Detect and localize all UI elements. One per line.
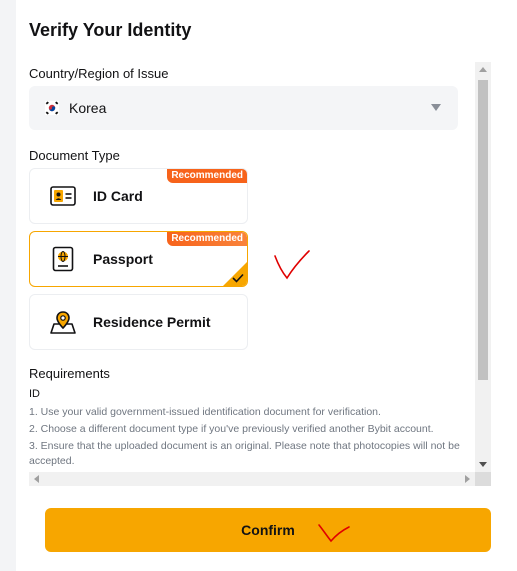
confirm-button[interactable]: Confirm — [45, 508, 491, 552]
vertical-scroll-thumb[interactable] — [478, 80, 488, 380]
scroll-up-icon[interactable] — [479, 67, 487, 72]
document-option-label: Residence Permit — [93, 314, 211, 330]
scroll-right-icon[interactable] — [465, 475, 470, 483]
scrollbar-corner — [475, 472, 491, 486]
document-option-id-card[interactable]: Recommended ID Card — [29, 168, 248, 224]
residence-permit-icon — [49, 308, 77, 336]
document-option-label: Passport — [93, 251, 153, 267]
scroll-left-icon[interactable] — [34, 475, 39, 483]
document-option-residence-permit[interactable]: Residence Permit — [29, 294, 248, 350]
document-type-label: Document Type — [29, 148, 120, 163]
horizontal-scrollbar[interactable] — [29, 472, 475, 486]
requirement-item: 1. Use your valid government-issued iden… — [29, 406, 381, 418]
page-title: Verify Your Identity — [29, 20, 192, 40]
recommended-badge: Recommended — [167, 232, 247, 246]
requirements-list: 1. Use your valid government-issued iden… — [29, 405, 469, 469]
country-select-value: Korea — [69, 100, 107, 116]
checkmark-icon — [232, 273, 244, 283]
vertical-scrollbar[interactable] — [475, 62, 491, 472]
requirements-label: Requirements — [29, 366, 110, 381]
scroll-down-icon[interactable] — [479, 462, 487, 467]
requirement-item: 2. Choose a different document type if y… — [29, 423, 434, 435]
form-scroll-area: Country/Region of Issue Korea Document T… — [29, 62, 475, 488]
country-select[interactable]: Korea — [29, 86, 458, 130]
document-option-label: ID Card — [93, 188, 143, 204]
passport-icon — [49, 245, 77, 273]
korea-flag-icon — [45, 101, 59, 115]
requirement-item: 3. Ensure that the uploaded document is … — [29, 440, 460, 467]
chevron-down-icon — [431, 104, 441, 111]
recommended-badge: Recommended — [167, 169, 247, 183]
requirements-subheading: ID — [29, 388, 40, 400]
id-card-icon — [49, 182, 77, 210]
document-option-passport[interactable]: Recommended Passport — [29, 231, 248, 287]
country-label: Country/Region of Issue — [29, 66, 169, 81]
